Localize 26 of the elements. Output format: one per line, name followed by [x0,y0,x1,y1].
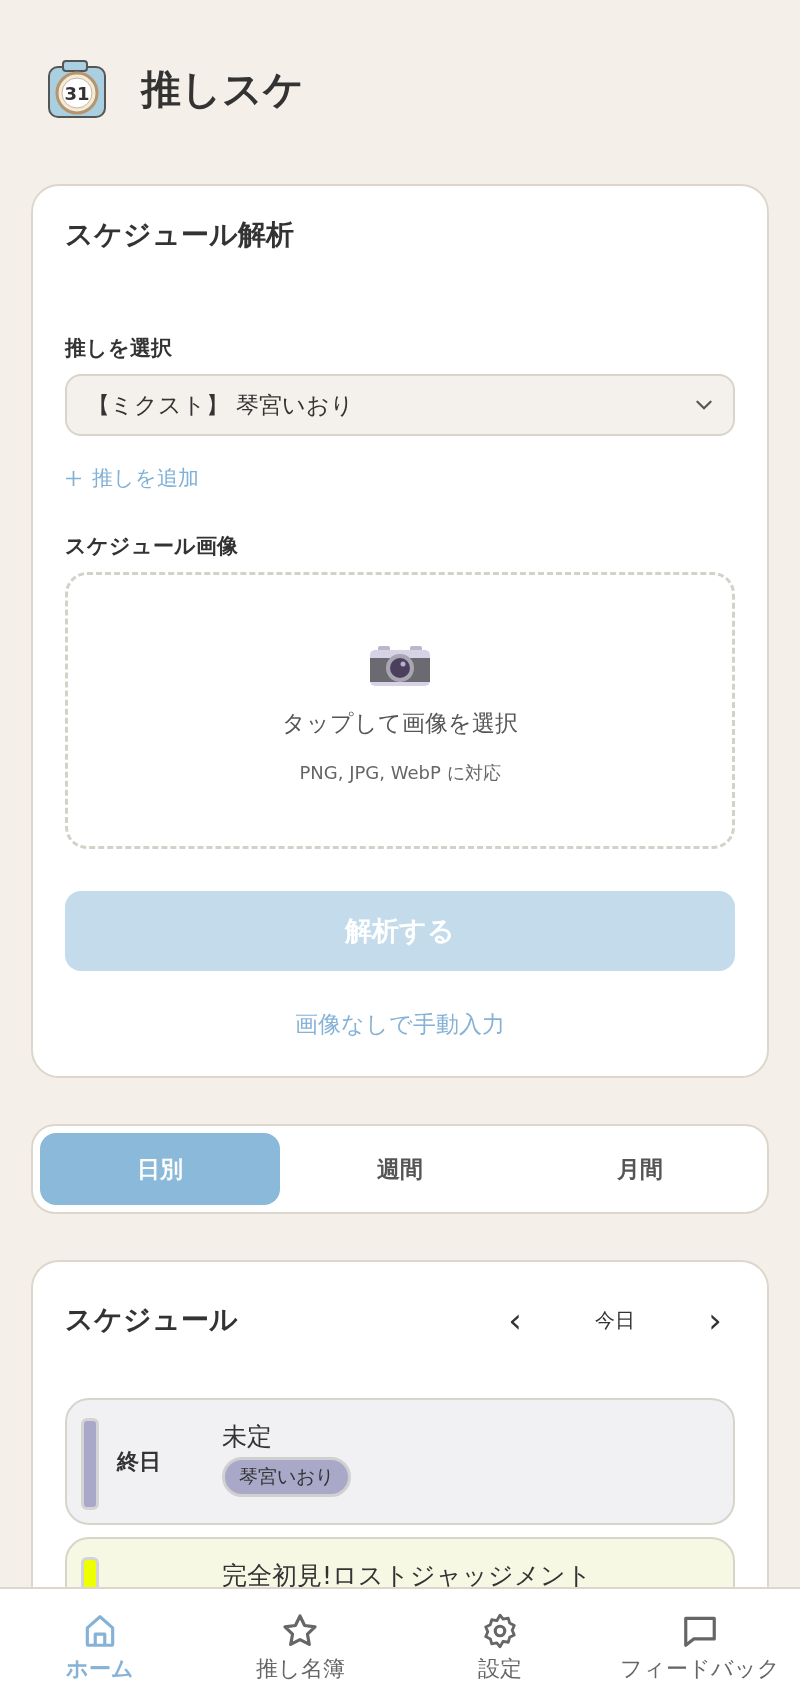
card-title: スケジュール解析 [65,217,295,253]
nav-item[interactable]: 設定 [400,1589,600,1706]
camera-icon [368,644,432,688]
nav-item[interactable]: フィードバック [600,1589,800,1706]
view-tab[interactable]: 月間 [520,1133,760,1205]
settings-icon [481,1611,519,1650]
next-button[interactable]: › [695,1300,735,1340]
image-drop-zone[interactable]: タップして画像を選択 PNG, JPG, WebP に対応 [65,572,735,849]
event-time: 終日 [117,1448,161,1474]
field-label: スケジュール画像 [65,533,239,560]
oshi-tag: 琴宮いおり [222,1457,351,1497]
drop-instruction: タップして画像を選択 [282,709,518,738]
app-title: 推しスケ [141,64,304,114]
event-card[interactable]: 終日 未定 琴宮いおり [65,1398,735,1525]
format-hint: PNG, JPG, WebP に対応 [299,761,501,785]
event-title: 完全初見!ロストジャッジメント [222,1560,593,1589]
period-label: 今日 [594,1306,636,1334]
plus-icon [65,469,82,487]
previous-button[interactable]: ‹ [495,1300,535,1340]
oshi-select[interactable]: 【ミクスト】 琴宮いおり [65,374,735,436]
event-card[interactable]: 完全初見!ロストジャッジメント [65,1537,735,1589]
event-title: 未定 [222,1421,272,1453]
view-tab[interactable]: 週間 [280,1133,520,1205]
card-title: スケジュール [65,1302,238,1338]
nav-item[interactable]: 推し名簿 [200,1589,400,1706]
field-label: 推しを選択 [65,335,173,362]
